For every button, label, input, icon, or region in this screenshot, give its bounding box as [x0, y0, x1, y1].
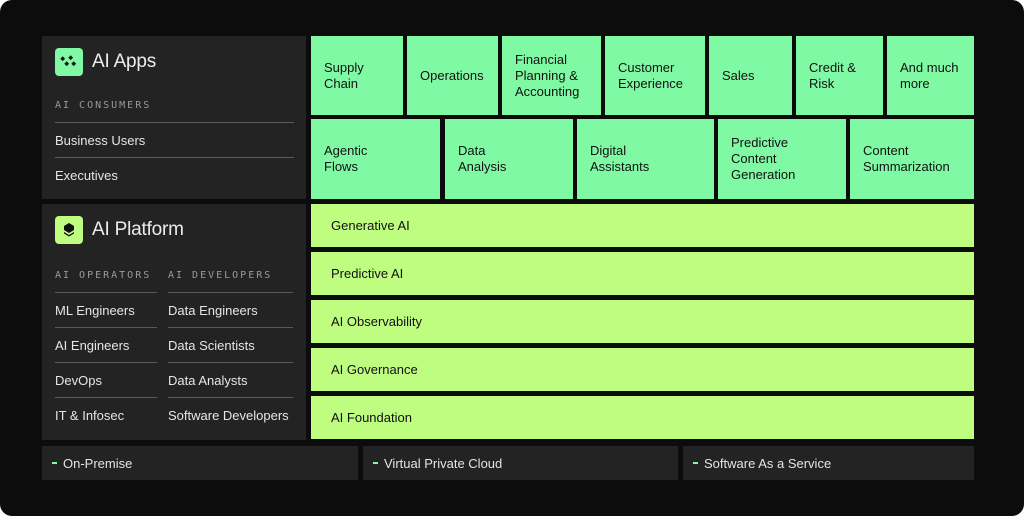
- use-case-tile: Customer Experience: [605, 36, 705, 115]
- platform-layer: AI Governance: [311, 348, 974, 391]
- use-case-tile: Agentic Flows: [311, 119, 440, 199]
- list-item: Executives: [55, 157, 294, 192]
- dash-icon: [52, 462, 57, 464]
- deployment-option: Virtual Private Cloud: [363, 446, 678, 480]
- ai-apps-title: AI Apps: [92, 51, 157, 72]
- list-item: Software Developers: [168, 397, 293, 432]
- list-item: Data Engineers: [168, 292, 293, 327]
- list-item: IT & Infosec: [55, 397, 157, 432]
- deployment-option: On-Premise: [42, 446, 358, 480]
- ai-apps-panel: AI Apps AI CONSUMERS Business Users Exec…: [42, 36, 306, 199]
- list-item: DevOps: [55, 362, 157, 397]
- deployment-label: Software As a Service: [704, 455, 832, 471]
- use-case-tile: Operations: [407, 36, 498, 115]
- list-item: AI Engineers: [55, 327, 157, 362]
- developers-list: Data Engineers Data Scientists Data Anal…: [168, 292, 293, 432]
- ai-operators-label: AI OPERATORS: [55, 270, 152, 281]
- operators-list: ML Engineers AI Engineers DevOps IT & In…: [55, 292, 157, 432]
- ai-platform-header: AI Platform: [55, 216, 184, 244]
- dash-icon: [693, 462, 698, 464]
- deployment-label: Virtual Private Cloud: [384, 455, 503, 471]
- ai-developers-label: AI DEVELOPERS: [168, 270, 273, 281]
- use-case-tile: Supply Chain: [311, 36, 403, 115]
- platform-layer: Predictive AI: [311, 252, 974, 295]
- diagram-frame: AI Apps AI CONSUMERS Business Users Exec…: [0, 0, 1024, 516]
- ai-consumers-label: AI CONSUMERS: [55, 100, 152, 111]
- list-item: Business Users: [55, 122, 294, 157]
- ai-platform-panel: AI Platform AI OPERATORS AI DEVELOPERS M…: [42, 204, 306, 440]
- use-case-tile: Content Summarization: [850, 119, 974, 199]
- use-case-tile: And much more: [887, 36, 974, 115]
- list-item: Data Scientists: [168, 327, 293, 362]
- deployment-label: On-Premise: [63, 455, 133, 471]
- dots-cluster-icon: [55, 48, 83, 76]
- platform-layer: AI Observability: [311, 300, 974, 343]
- use-case-tile: Predictive Content Generation: [718, 119, 846, 199]
- dash-icon: [373, 462, 378, 464]
- use-case-tile: Financial Planning & Accounting: [502, 36, 601, 115]
- list-item: ML Engineers: [55, 292, 157, 327]
- deployment-option: Software As a Service: [683, 446, 974, 480]
- use-case-tile: Digital Assistants: [577, 119, 714, 199]
- use-case-tile: Data Analysis: [445, 119, 573, 199]
- ai-apps-header: AI Apps: [55, 48, 156, 76]
- platform-layer: AI Foundation: [311, 396, 974, 439]
- platform-layer: Generative AI: [311, 204, 974, 247]
- ai-platform-title: AI Platform: [92, 219, 184, 240]
- use-case-tile: Sales: [709, 36, 792, 115]
- list-item: Data Analysts: [168, 362, 293, 397]
- consumers-list: Business Users Executives: [55, 122, 294, 192]
- use-case-tile: Credit & Risk: [796, 36, 883, 115]
- layers-stack-icon: [55, 216, 83, 244]
